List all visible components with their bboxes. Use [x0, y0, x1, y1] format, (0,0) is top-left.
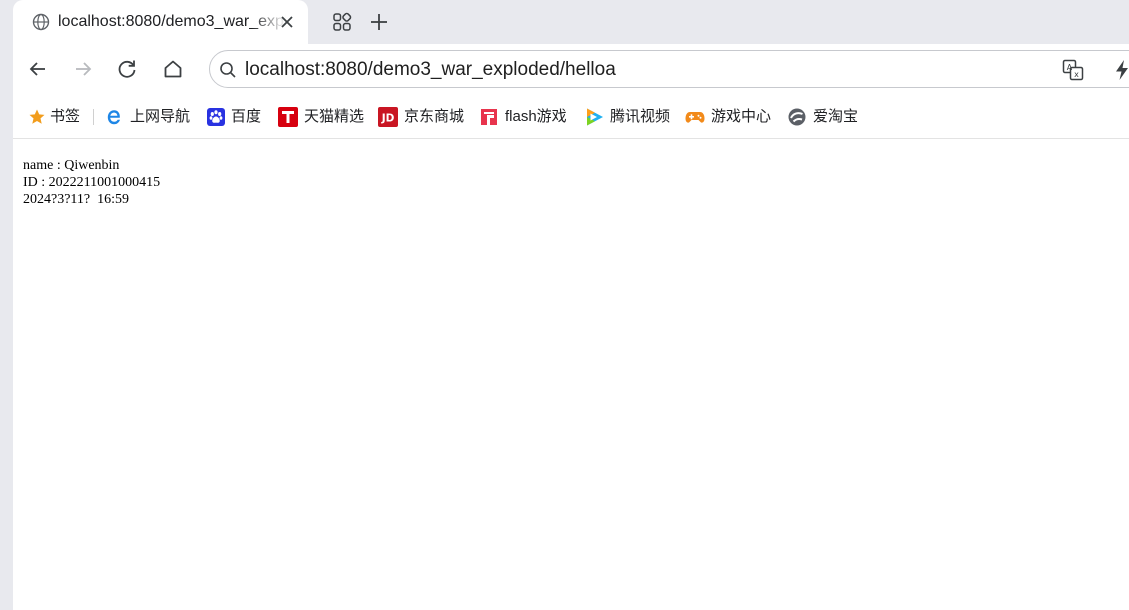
bookmark-label: 爱淘宝 [813, 108, 859, 125]
bookmark-tencent-video[interactable]: 腾讯视频 [584, 106, 670, 128]
tmall-icon [278, 107, 298, 127]
bookmark-label: 书签 [50, 108, 81, 125]
bolt-icon[interactable] [1110, 58, 1129, 82]
ie-icon [107, 110, 120, 125]
home-icon[interactable] [161, 57, 185, 81]
jd-icon: JD [378, 107, 398, 127]
new-tab-icon[interactable] [367, 10, 391, 34]
bookmark-label: 百度 [231, 108, 262, 125]
bookmark-label: 天猫精选 [304, 108, 365, 125]
bookmark-web-nav[interactable]: 上网导航 [105, 106, 190, 128]
bookmark-jd[interactable]: JD 京东商城 [378, 106, 464, 128]
window-left-edge [0, 0, 13, 610]
forward-arrow-icon[interactable] [71, 57, 95, 81]
close-tab-icon[interactable] [276, 11, 298, 33]
translate-icon[interactable]: A x [1061, 58, 1085, 82]
bookmark-separator [93, 109, 94, 125]
tab-strip: localhost:8080/demo3_war_exploded/helloa [13, 0, 1129, 44]
svg-text:A: A [1067, 63, 1073, 72]
gamepad-icon [685, 112, 705, 123]
address-url[interactable]: localhost:8080/demo3_war_exploded/helloa [245, 59, 616, 81]
taobao-icon [788, 108, 806, 126]
bookmark-label: 游戏中心 [711, 108, 772, 125]
page-content: name : Qiwenbin ID : 2022211001000415 20… [23, 157, 160, 208]
svg-text:JD: JD [381, 113, 395, 125]
active-tab[interactable]: localhost:8080/demo3_war_exploded/helloa [13, 0, 308, 44]
id-line: ID : 2022211001000415 [23, 175, 161, 190]
reload-icon[interactable] [115, 57, 139, 81]
back-arrow-icon[interactable] [26, 57, 50, 81]
bookmark-label: 京东商城 [404, 108, 465, 125]
bookmark-game-center[interactable]: 游戏中心 [685, 106, 771, 128]
bookmark-ai-taobao[interactable]: 爱淘宝 [787, 106, 858, 128]
bookmark-label: flash游戏 [505, 108, 567, 125]
bookmark-label: 腾讯视频 [610, 108, 671, 125]
baidu-paw-icon [207, 108, 225, 126]
svg-text:x: x [1074, 70, 1079, 79]
name-line: name : Qiwenbin [23, 158, 120, 173]
globe-icon [32, 13, 50, 31]
tencent-video-icon [587, 108, 603, 126]
bookmark-label: 上网导航 [130, 108, 191, 125]
bookmark-bookmarks[interactable]: 书签 [28, 106, 80, 128]
browser-toolbar: localhost:8080/demo3_war_exploded/helloa… [13, 44, 1129, 96]
address-bar[interactable]: localhost:8080/demo3_war_exploded/helloa… [209, 50, 1129, 88]
tab-groups-icon[interactable] [331, 11, 353, 33]
search-icon [220, 62, 236, 78]
bookmark-baidu[interactable]: 百度 [207, 106, 261, 128]
datetime-line: 2024?3?11? 16:59 [23, 192, 130, 207]
tab-title: localhost:8080/demo3_war_exploded/helloa [58, 13, 286, 30]
bookmark-tmall[interactable]: 天猫精选 [278, 106, 364, 128]
bookmarks-bar: 书签 上网导航 百度 天猫精选 JD 京东商城 flash游戏 腾讯视频 游戏中… [13, 96, 1129, 139]
flash-icon [481, 109, 497, 125]
bookmark-flash-games[interactable]: flash游戏 [479, 106, 567, 128]
star-icon [29, 109, 45, 124]
